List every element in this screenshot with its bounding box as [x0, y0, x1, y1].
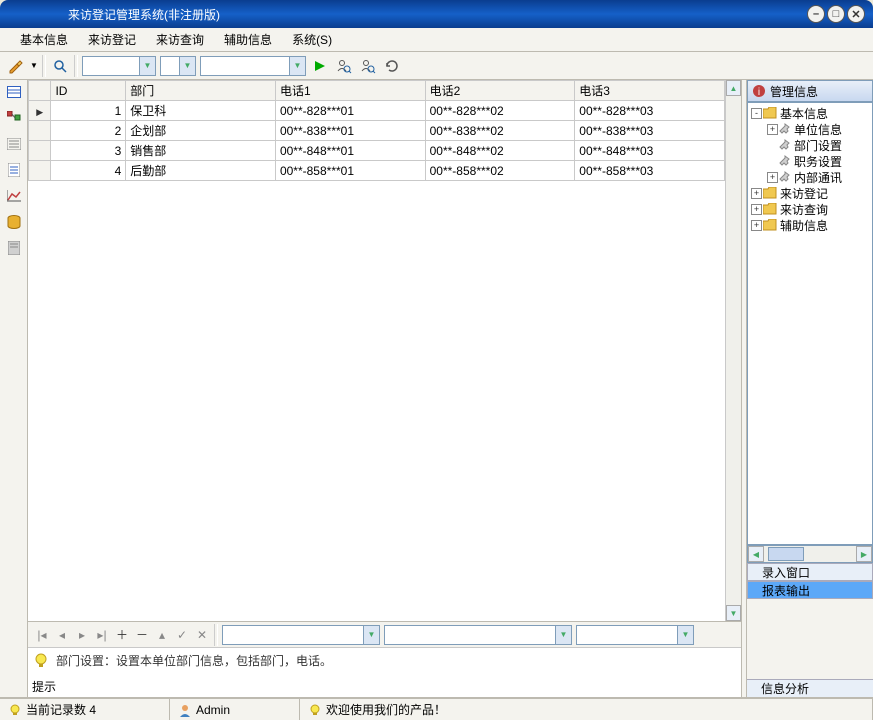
status-records: 当前记录数 4: [26, 701, 96, 718]
search-person-icon[interactable]: [334, 56, 354, 76]
tab-input-window[interactable]: 录入窗口: [747, 563, 873, 581]
menu-aux[interactable]: 辅助信息: [218, 29, 278, 50]
tree-node[interactable]: +单位信息: [750, 121, 870, 137]
nav-next-icon[interactable]: ▸: [74, 627, 90, 643]
table-row[interactable]: 4 后勤部 00**-858***01 00**-858***02 00**-8…: [29, 161, 725, 181]
col-dept[interactable]: 部门: [126, 81, 276, 101]
side-tree-icon[interactable]: [4, 108, 24, 128]
col-tel3[interactable]: 电话3: [575, 81, 725, 101]
titlebar: 来访登记管理系统(非注册版) – □ ✕: [0, 0, 873, 28]
bulb2-icon: [308, 703, 322, 717]
user-icon: [178, 703, 192, 717]
col-tel2[interactable]: 电话2: [425, 81, 575, 101]
nav-first-icon[interactable]: |◂: [34, 627, 50, 643]
toolbar: ▼ ▼ ▼ ▼: [0, 52, 873, 80]
left-sidebar: [0, 80, 28, 697]
tree-hscroll[interactable]: ◀ ▶: [747, 545, 873, 563]
tree-node[interactable]: 部门设置: [750, 137, 870, 153]
vertical-scrollbar[interactable]: ▲ ▼: [725, 80, 741, 621]
search-person2-icon[interactable]: [358, 56, 378, 76]
side-list-icon[interactable]: [4, 134, 24, 154]
key-icon: [779, 123, 791, 135]
folder-icon: [763, 187, 777, 199]
statusbar: 当前记录数 4 Admin 欢迎使用我们的产品！: [0, 698, 873, 720]
folder-icon: [763, 219, 777, 231]
folder-icon: [763, 107, 777, 119]
status-user: Admin: [196, 703, 230, 717]
side-grid-icon[interactable]: [4, 82, 24, 102]
minimize-button[interactable]: –: [807, 5, 825, 23]
side-notes-icon[interactable]: [4, 238, 24, 258]
table-row[interactable]: 3 销售部 00**-848***01 00**-848***02 00**-8…: [29, 141, 725, 161]
nav-add-icon[interactable]: ＋: [114, 627, 130, 643]
center-pane: ID 部门 电话1 电话2 电话3 ▶ 1 保卫科 00**-828***01 …: [28, 80, 741, 697]
menu-visit-query[interactable]: 来访查询: [150, 29, 210, 50]
right-panel: i 管理信息 -基本信息+单位信息部门设置职务设置+内部通讯+来访登记+来访查询…: [747, 80, 873, 697]
window-title: 来访登记管理系统(非注册版): [48, 6, 807, 23]
tree-node[interactable]: +辅助信息: [750, 217, 870, 233]
side-chart-icon[interactable]: [4, 186, 24, 206]
folder-icon: [763, 203, 777, 215]
close-button[interactable]: ✕: [847, 5, 865, 23]
nav-last-icon[interactable]: ▸|: [94, 627, 110, 643]
filter-combo-2[interactable]: ▼: [160, 56, 196, 76]
key-icon: [779, 139, 791, 151]
menu-system[interactable]: 系统(S): [286, 29, 338, 50]
info-icon: i: [752, 84, 766, 98]
col-tel1[interactable]: 电话1: [275, 81, 425, 101]
side-db-icon[interactable]: [4, 212, 24, 232]
data-grid[interactable]: ID 部门 电话1 电话2 电话3 ▶ 1 保卫科 00**-828***01 …: [28, 80, 725, 621]
tree-node[interactable]: 职务设置: [750, 153, 870, 169]
tree-node[interactable]: -基本信息: [750, 105, 870, 121]
tab-report-output[interactable]: 报表输出: [747, 581, 873, 599]
bulb-icon: [8, 703, 22, 717]
table-row[interactable]: ▶ 1 保卫科 00**-828***01 00**-828***02 00**…: [29, 101, 725, 121]
tab-info-analysis[interactable]: 信息分析: [747, 679, 873, 697]
filter-combo-1[interactable]: ▼: [82, 56, 156, 76]
nav-toolbar: |◂ ◂ ▸ ▸| ＋ － ▴ ✓ ✕ ▼ ▼ ▼: [28, 621, 741, 647]
svg-text:i: i: [758, 87, 760, 98]
menubar: 基本信息 来访登记 来访查询 辅助信息 系统(S): [0, 28, 873, 52]
lightbulb-icon: [32, 652, 50, 670]
tree-node[interactable]: +来访登记: [750, 185, 870, 201]
nav-prev-icon[interactable]: ◂: [54, 627, 70, 643]
filter-combo-3[interactable]: ▼: [200, 56, 306, 76]
hint-text: 部门设置：设置本单位部门信息，包括部门，电话。: [56, 652, 332, 669]
status-welcome: 欢迎使用我们的产品！: [326, 701, 446, 718]
menu-visit-register[interactable]: 来访登记: [82, 29, 142, 50]
side-doc-icon[interactable]: [4, 160, 24, 180]
menu-basic[interactable]: 基本信息: [14, 29, 74, 50]
key-icon: [779, 171, 791, 183]
play-icon[interactable]: [310, 56, 330, 76]
tree-node[interactable]: +内部通讯: [750, 169, 870, 185]
right-header: i 管理信息: [747, 80, 873, 102]
dropdown-icon[interactable]: ▼: [30, 61, 38, 70]
hint-label: 提示: [32, 678, 56, 695]
nav-combo-3[interactable]: ▼: [576, 625, 694, 645]
key-icon: [779, 155, 791, 167]
nav-combo-2[interactable]: ▼: [384, 625, 572, 645]
nav-tree[interactable]: -基本信息+单位信息部门设置职务设置+内部通讯+来访登记+来访查询+辅助信息: [747, 102, 873, 545]
col-id[interactable]: ID: [51, 81, 126, 101]
nav-ok-icon[interactable]: ✓: [174, 627, 190, 643]
nav-delete-icon[interactable]: －: [134, 627, 150, 643]
right-title: 管理信息: [770, 83, 818, 100]
maximize-button[interactable]: □: [827, 5, 845, 23]
refresh-icon[interactable]: [382, 56, 402, 76]
hint-panel: 部门设置：设置本单位部门信息，包括部门，电话。 提示: [28, 647, 741, 697]
magnifier-icon[interactable]: [50, 56, 70, 76]
nav-combo-1[interactable]: ▼: [222, 625, 380, 645]
nav-cancel-icon[interactable]: ✕: [194, 627, 210, 643]
pencil-icon[interactable]: [6, 56, 26, 76]
nav-edit-icon[interactable]: ▴: [154, 627, 170, 643]
tree-node[interactable]: +来访查询: [750, 201, 870, 217]
table-row[interactable]: 2 企划部 00**-838***01 00**-838***02 00**-8…: [29, 121, 725, 141]
